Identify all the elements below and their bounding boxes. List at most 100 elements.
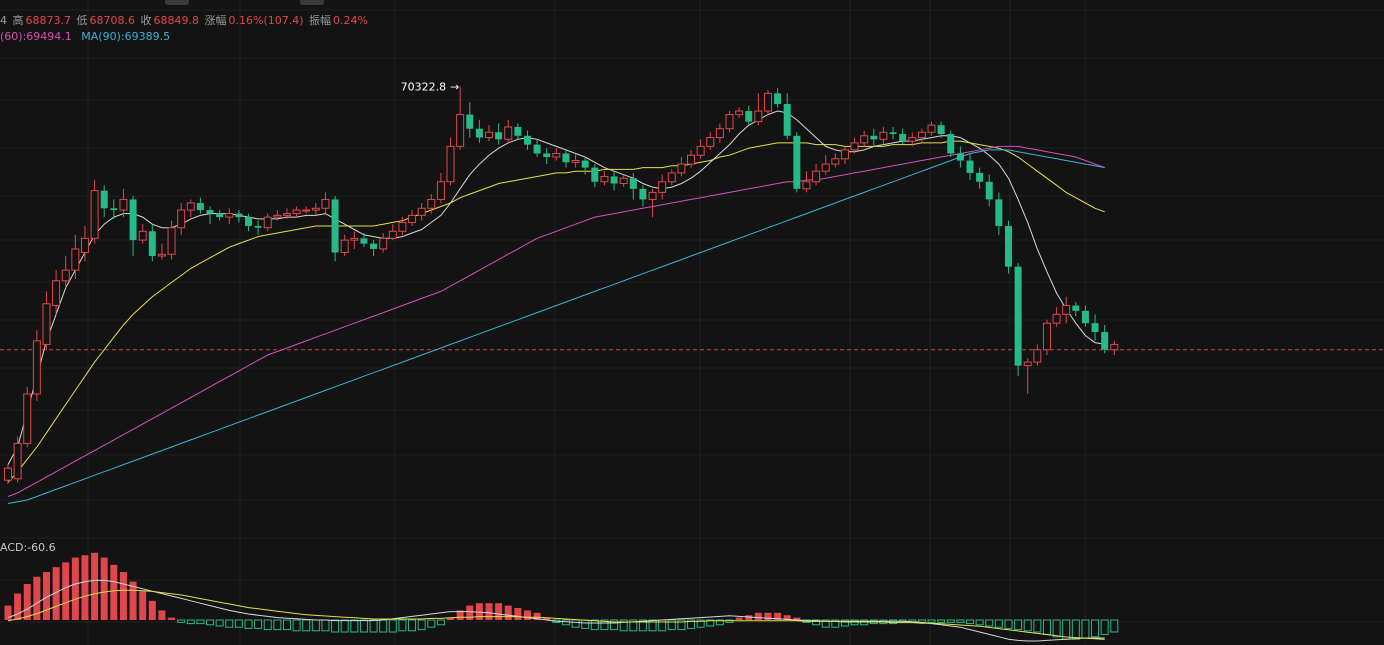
candle-body (71, 248, 80, 271)
macd-bar (994, 619, 1003, 628)
ma-line-ma60 (7, 145, 1105, 497)
macd-bar (340, 619, 349, 633)
candle-body (186, 202, 195, 211)
candle-body (552, 152, 561, 158)
max-price-arrow-icon: → (450, 80, 459, 93)
macd-bar (754, 612, 762, 620)
candle-body (273, 214, 282, 218)
macd-bar (273, 619, 282, 631)
candle-body (157, 253, 166, 257)
candle-body (763, 92, 772, 112)
macd-bar (1042, 619, 1051, 635)
ohlc-label: 收 (140, 14, 152, 27)
candle-body (1091, 323, 1099, 333)
candle-body (417, 207, 426, 216)
candle-body (937, 125, 945, 135)
candle-body (543, 153, 551, 158)
max-price-marker: 70322.8 → (401, 80, 460, 93)
candle-body (715, 128, 724, 139)
macd-bar (177, 619, 186, 623)
macd-bar (186, 619, 195, 625)
macd-bar (244, 619, 253, 629)
ohlc-label: 高 (12, 14, 24, 27)
candle-body (456, 114, 465, 147)
candle-body (340, 239, 349, 253)
macd-bar (966, 619, 974, 625)
candle-body (591, 167, 599, 182)
macd-bar (667, 619, 676, 631)
candle-body (966, 160, 974, 173)
candle-body (32, 340, 41, 395)
candle-body (129, 199, 137, 241)
ma60-value: (60):69494.1 (0, 30, 72, 43)
candle-body (696, 145, 705, 156)
candle-body (745, 111, 753, 122)
candle-body (840, 149, 849, 160)
candle-body (1042, 322, 1051, 351)
candle-body (216, 213, 224, 218)
macd-value: ACD:-60.6 (0, 541, 56, 554)
candle-body (331, 199, 339, 253)
candle-body (793, 135, 801, 189)
candle-body (571, 160, 580, 163)
macd-bar (485, 603, 493, 620)
macd-bar (81, 555, 89, 620)
macd-bar (234, 619, 243, 628)
candle-body (350, 237, 359, 241)
candle-body (995, 199, 1003, 226)
candlestick-chart[interactable]: 70322.8 → (0, 0, 1384, 645)
candle-body (4, 467, 12, 481)
candle-body (119, 198, 128, 211)
candle-body (61, 269, 70, 282)
max-price-label: 70322.8 (401, 80, 447, 93)
macd-bar (427, 619, 436, 628)
candle-body (263, 216, 272, 229)
candle-body (177, 209, 186, 229)
candle-body (619, 177, 628, 185)
candle-body (677, 163, 686, 174)
macd-panel (4, 552, 1119, 642)
candle-body (52, 280, 61, 307)
candle-body (667, 172, 676, 183)
macd-dea-line (7, 589, 1105, 640)
candle-body (1023, 361, 1032, 367)
ohlc-label: 4 (0, 14, 7, 27)
candle-body (850, 142, 859, 151)
macd-bar (23, 584, 31, 620)
candle-body (370, 243, 378, 249)
candle-body (783, 103, 791, 136)
macd-bar (1052, 619, 1061, 638)
candle-body (947, 134, 955, 154)
candle-body (148, 231, 156, 257)
ma-line-ma30 (7, 140, 1105, 483)
candle-body (485, 131, 493, 139)
macd-bar (1081, 619, 1090, 639)
candle-body (1062, 305, 1071, 315)
macd-bar (1004, 619, 1013, 629)
moving-average-lines (7, 110, 1105, 504)
candle-body (13, 442, 22, 480)
candle-body (1033, 349, 1042, 363)
candle-body (581, 160, 589, 168)
candle-body (754, 110, 763, 123)
macd-dif-line (7, 579, 1105, 642)
candle-body (282, 213, 291, 216)
candle-body (629, 178, 637, 189)
candle-body (360, 238, 368, 244)
macd-bar (937, 619, 946, 623)
candle-body (80, 237, 89, 253)
macd-bar (735, 617, 743, 620)
ma90-value: MA(90):69389.5 (81, 30, 171, 43)
macd-bar (215, 619, 224, 627)
macd-bar (196, 619, 205, 625)
ohlc-label: 涨幅 (204, 14, 227, 27)
candle-body (600, 175, 609, 183)
candle-body (899, 134, 907, 142)
macd-bar (91, 552, 99, 620)
ohlc-value: 68849.8 (153, 14, 200, 27)
candle-body (860, 135, 869, 144)
candle-body (610, 176, 618, 184)
candle-body (311, 207, 320, 211)
macd-bar (764, 612, 772, 620)
candle-body (292, 209, 301, 215)
